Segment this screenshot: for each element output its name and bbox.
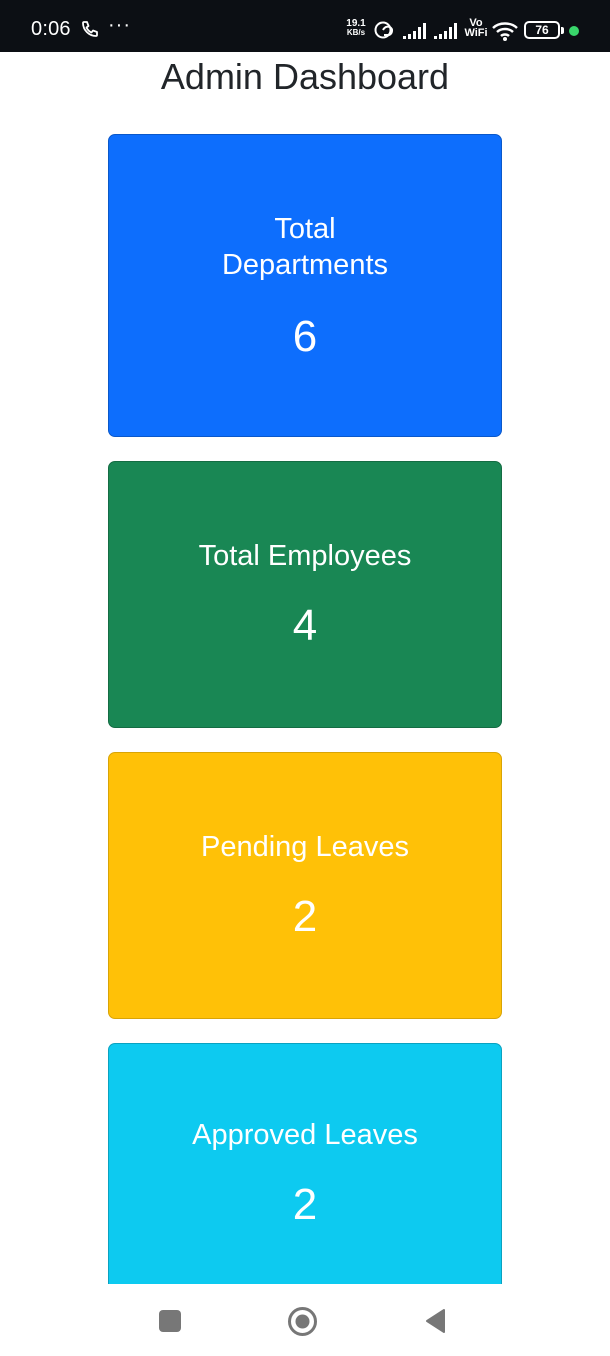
card-label: Pending Leaves xyxy=(201,830,409,863)
wifi-icon xyxy=(492,22,518,41)
vowifi-indicator: Vo WiFi xyxy=(463,18,489,39)
link-icon xyxy=(374,21,394,39)
phone-icon xyxy=(82,21,98,37)
card-total-departments[interactable]: Total Departments 6 xyxy=(108,134,502,437)
vowifi-bottom: WiFi xyxy=(464,27,488,39)
battery-level: 76 xyxy=(535,23,549,37)
card-value: 2 xyxy=(292,891,318,941)
system-nav-bar xyxy=(0,1284,610,1356)
net-speed-value: 19.1 xyxy=(346,18,366,29)
net-speed-unit: KB/s xyxy=(346,28,366,37)
more-dots-icon: ··· xyxy=(108,14,131,36)
card-label: Total Employees xyxy=(198,539,412,572)
card-value: 4 xyxy=(292,600,318,650)
back-triangle-icon[interactable] xyxy=(424,1308,446,1334)
card-total-employees[interactable]: Total Employees 4 xyxy=(108,461,502,728)
privacy-indicator-dot xyxy=(569,26,579,36)
recents-square-icon[interactable] xyxy=(159,1310,181,1332)
battery-icon: 76 xyxy=(524,21,564,39)
card-value: 6 xyxy=(292,311,318,361)
net-speed: 19.1 KB/s xyxy=(342,18,370,38)
status-time: 0:06 xyxy=(31,18,71,40)
card-label: Approved Leaves xyxy=(192,1118,418,1151)
status-bar: 0:06 ··· 19.1 KB/s Vo WiFi 76 xyxy=(0,0,610,52)
card-value: 2 xyxy=(292,1179,318,1229)
card-pending-leaves[interactable]: Pending Leaves 2 xyxy=(108,752,502,1019)
signal-icon xyxy=(434,23,457,39)
signal-icon xyxy=(403,23,426,39)
page-title: Admin Dashboard xyxy=(160,56,450,97)
card-approved-leaves[interactable]: Approved Leaves 2 xyxy=(108,1043,502,1303)
home-circle-icon[interactable] xyxy=(287,1306,318,1337)
card-label: Total Departments xyxy=(221,212,388,281)
